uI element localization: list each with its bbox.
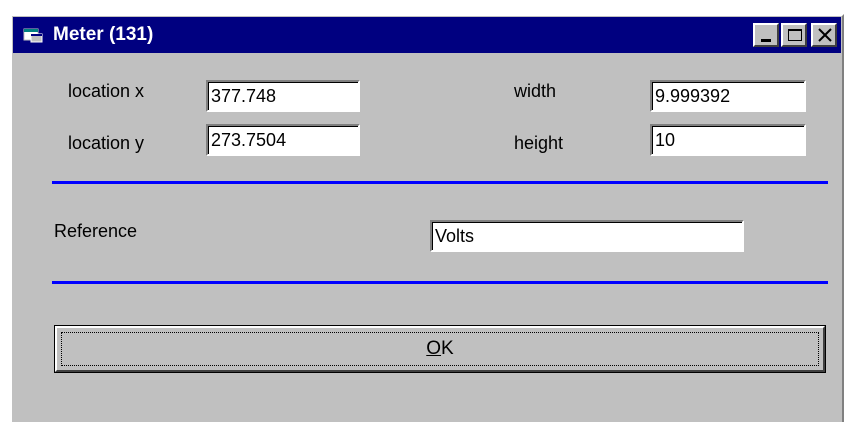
- minimize-button[interactable]: [753, 23, 779, 47]
- minimize-icon: [761, 39, 771, 42]
- ok-button[interactable]: OK: [54, 325, 826, 373]
- meter-dialog: Meter (131) location x 377.748 width 9.9…: [10, 14, 844, 422]
- reference-field[interactable]: Volts: [430, 220, 744, 252]
- location-y-label: location y: [68, 133, 145, 153]
- height-field[interactable]: 10: [650, 124, 806, 156]
- divider-bottom: [52, 281, 828, 284]
- location-y-field[interactable]: 273.7504: [206, 124, 360, 156]
- location-x-label: location x: [68, 81, 145, 101]
- reference-label: Reference: [54, 221, 138, 241]
- height-label: height: [514, 133, 564, 153]
- close-button[interactable]: [811, 23, 837, 47]
- app-window-icon: [23, 28, 43, 43]
- maximize-button[interactable]: [781, 23, 807, 47]
- ok-label-rest: K: [441, 338, 454, 359]
- close-icon: [818, 28, 832, 42]
- ok-button-label: OK: [55, 338, 825, 360]
- maximize-icon: [788, 29, 802, 41]
- window-title: Meter (131): [53, 24, 154, 45]
- ok-mnemonic: O: [426, 338, 442, 359]
- width-field[interactable]: 9.999392: [650, 80, 806, 112]
- title-bar[interactable]: Meter (131): [13, 17, 841, 53]
- width-label: width: [514, 81, 557, 101]
- location-x-field[interactable]: 377.748: [206, 80, 360, 112]
- divider-top: [52, 181, 828, 184]
